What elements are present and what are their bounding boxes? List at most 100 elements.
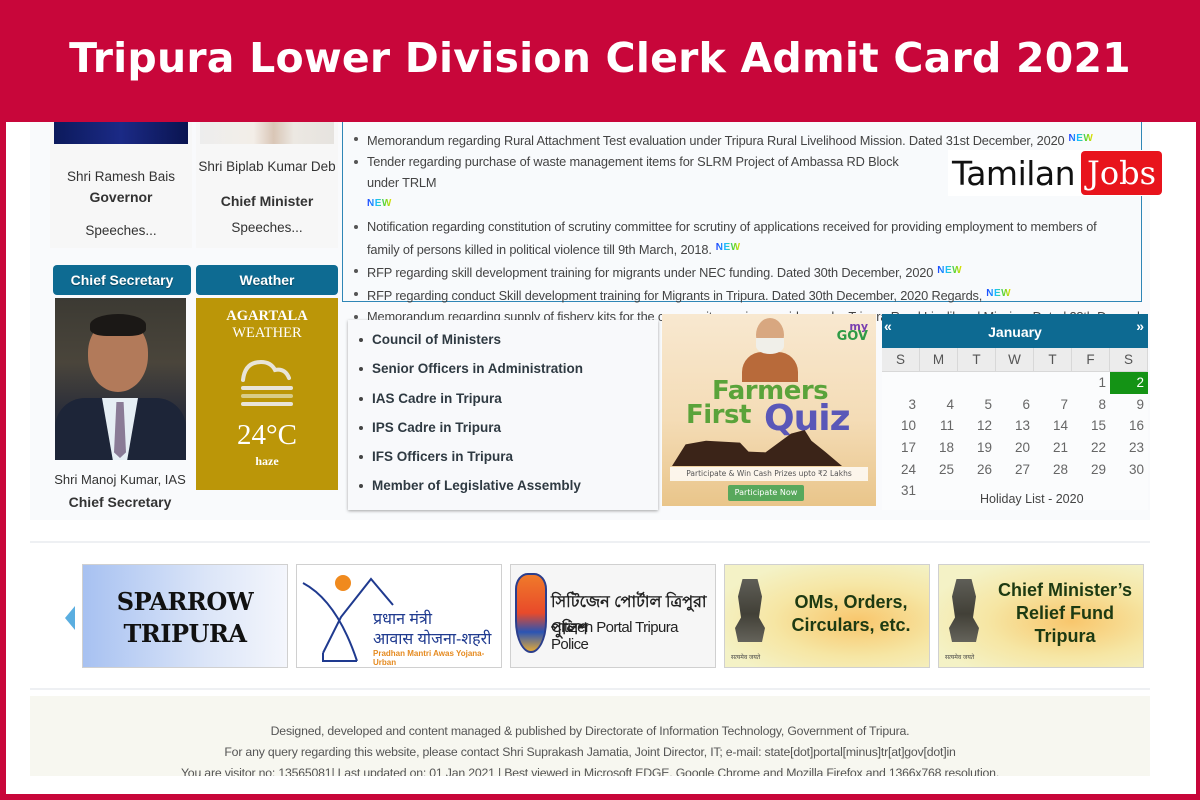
quick-link-senior-officers[interactable]: Senior Officers in Administration bbox=[348, 354, 658, 383]
calendar-day[interactable]: 18 bbox=[920, 437, 958, 459]
new-badge: NEW bbox=[986, 283, 1011, 304]
calendar-day[interactable]: 1 bbox=[1072, 372, 1110, 394]
sparrow-tripura-tile[interactable]: SPARROW TRIPURA bbox=[82, 564, 288, 668]
calendar-weekday-row: SMTWTFS bbox=[882, 348, 1148, 372]
calendar-blank bbox=[958, 372, 996, 394]
calendar-day-today[interactable]: 2 bbox=[1110, 372, 1148, 394]
site-footer: Designed, developed and content managed … bbox=[30, 696, 1150, 776]
screenshot-frame: Shri Ramesh Bais Governor Speeches... Sh… bbox=[6, 122, 1196, 794]
calendar-day[interactable]: 3 bbox=[882, 394, 920, 416]
calendar-day[interactable]: 21 bbox=[1034, 437, 1072, 459]
chief-secretary-name: Shri Manoj Kumar, IAS bbox=[54, 472, 186, 487]
emblem-motto: सत्यमेव जयते bbox=[945, 655, 975, 661]
weather-widget: AGARTALA WEATHER 24°C haze bbox=[196, 298, 338, 490]
calendar-day[interactable]: 24 bbox=[882, 459, 920, 481]
chief-secretary-header: Chief Secretary bbox=[53, 265, 191, 295]
news-item[interactable]: RFP regarding conduct Skill development … bbox=[343, 283, 1141, 306]
quick-links-list: Council of Ministers Senior Officers in … bbox=[348, 320, 658, 501]
calendar-day[interactable]: 29 bbox=[1072, 459, 1110, 481]
calendar-day[interactable]: 28 bbox=[1034, 459, 1072, 481]
quick-link-ips-cadre[interactable]: IPS Cadre in Tripura bbox=[348, 413, 658, 442]
news-item[interactable]: RFP regarding skill development training… bbox=[343, 260, 1141, 283]
cm-relief-fund-tile[interactable]: सत्यमेव जयते Chief Minister’s Relief Fun… bbox=[938, 564, 1144, 668]
watermark-text-jobs: Jobs bbox=[1081, 151, 1163, 195]
quick-link-ifs-officers[interactable]: IFS Officers in Tripura bbox=[348, 442, 658, 471]
chief-minister-photo bbox=[200, 122, 334, 144]
police-badge-icon bbox=[515, 573, 547, 653]
tamilanjobs-watermark: Tamilan Jobs bbox=[948, 150, 1168, 196]
whats-new-box: Memorandum regarding Rural Attachment Te… bbox=[342, 122, 1142, 324]
calendar-blank bbox=[920, 372, 958, 394]
governor-speeches-link[interactable]: Speeches... bbox=[50, 223, 192, 238]
ad-tagline: Participate & Win Cash Prizes upto ₹2 La… bbox=[670, 467, 868, 481]
article-title: Tripura Lower Division Clerk Admit Card … bbox=[69, 34, 1131, 82]
calendar-blank bbox=[996, 372, 1034, 394]
participate-now-button[interactable]: Participate Now bbox=[728, 485, 804, 501]
calendar-day[interactable]: 13 bbox=[996, 415, 1034, 437]
chief-minister-speeches-link[interactable]: Speeches... bbox=[196, 220, 338, 235]
pmay-sun-icon bbox=[335, 575, 351, 591]
calendar-day[interactable]: 14 bbox=[1034, 415, 1072, 437]
farmers-first-quiz-banner[interactable]: my GOV Farmers First Quiz Participate & … bbox=[662, 314, 876, 506]
chief-secretary-role: Chief Secretary bbox=[68, 494, 172, 510]
new-badge: NEW bbox=[716, 237, 741, 258]
calendar-day[interactable]: 5 bbox=[958, 394, 996, 416]
calendar-day[interactable]: 12 bbox=[958, 415, 996, 437]
governor-name: Shri Ramesh Bais bbox=[66, 169, 176, 184]
quick-link-ias-cadre[interactable]: IAS Cadre in Tripura bbox=[348, 384, 658, 413]
tripura-portal-page: Shri Ramesh Bais Governor Speeches... Sh… bbox=[30, 122, 1168, 794]
footer-visitor-info: You are visitor no: 13565081| Last updat… bbox=[180, 766, 1000, 776]
calendar-day[interactable]: 27 bbox=[996, 459, 1034, 481]
quick-links-box: Council of Ministers Senior Officers in … bbox=[348, 320, 658, 510]
quick-link-council-of-ministers[interactable]: Council of Ministers bbox=[348, 325, 658, 354]
ad-title-line2: First bbox=[686, 400, 751, 430]
calendar-day[interactable]: 9 bbox=[1110, 394, 1148, 416]
calendar-day[interactable]: 31 bbox=[882, 480, 920, 502]
calendar-day[interactable]: 23 bbox=[1110, 437, 1148, 459]
calendar-day[interactable]: 7 bbox=[1034, 394, 1072, 416]
relief-line1: Chief Minister’s bbox=[997, 580, 1133, 600]
news-item-text[interactable]: RFP regarding conduct Skill development … bbox=[367, 288, 982, 303]
calendar-day[interactable]: 17 bbox=[882, 437, 920, 459]
relief-line3: Tripura bbox=[1034, 626, 1096, 646]
calendar-day[interactable]: 10 bbox=[882, 415, 920, 437]
calendar-day[interactable]: 26 bbox=[958, 459, 996, 481]
calendar-weekday: W bbox=[996, 348, 1034, 372]
triangle-left-icon[interactable] bbox=[65, 606, 75, 630]
oms-line2: Circulars, etc. bbox=[791, 615, 911, 635]
section-divider bbox=[30, 688, 1150, 690]
calendar-day[interactable]: 30 bbox=[1110, 459, 1148, 481]
calendar-day[interactable]: 8 bbox=[1072, 394, 1110, 416]
calendar-day[interactable]: 15 bbox=[1072, 415, 1110, 437]
news-item-text[interactable]: Tender regarding purchase of waste manag… bbox=[367, 154, 899, 190]
chief-secretary-photo bbox=[55, 298, 186, 460]
weather-label: WEATHER bbox=[232, 325, 302, 341]
weather-condition: haze bbox=[255, 454, 279, 468]
citizen-portal-police-tile[interactable]: সিটিজেন পোর্টাল ত্রিপুরা পুলিশ Citizen P… bbox=[510, 564, 716, 668]
news-item-text[interactable]: RFP regarding skill development training… bbox=[367, 265, 933, 280]
calendar-prev-button[interactable]: « bbox=[884, 308, 892, 344]
news-item[interactable]: Notification regarding constitution of s… bbox=[343, 216, 1141, 260]
calendar-day[interactable]: 19 bbox=[958, 437, 996, 459]
calendar-header: « January » bbox=[882, 314, 1148, 348]
calendar-day[interactable]: 6 bbox=[996, 394, 1034, 416]
calendar-day[interactable]: 4 bbox=[920, 394, 958, 416]
calendar-day[interactable]: 22 bbox=[1072, 437, 1110, 459]
calendar-day[interactable]: 16 bbox=[1110, 415, 1148, 437]
new-badge: NEW bbox=[1069, 128, 1094, 149]
pmay-urban-tile[interactable]: प्रधान मंत्री आवास योजना-शहरी Pradhan Ma… bbox=[296, 564, 502, 668]
news-item-text[interactable]: Memorandum regarding Rural Attachment Te… bbox=[367, 133, 1065, 148]
section-divider bbox=[30, 541, 1150, 543]
calendar-next-button[interactable]: » bbox=[1136, 308, 1144, 344]
calendar-day[interactable]: 20 bbox=[996, 437, 1034, 459]
calendar-day[interactable]: 11 bbox=[920, 415, 958, 437]
chief-minister-role: Chief Minister bbox=[220, 193, 314, 209]
pmay-english: Pradhan Mantri Awas Yojana-Urban bbox=[373, 649, 485, 667]
pmay-hindi-line1: प्रधान मंत्री bbox=[373, 611, 432, 628]
news-item[interactable]: Memorandum regarding Rural Attachment Te… bbox=[343, 128, 1141, 151]
calendar-day[interactable]: 25 bbox=[920, 459, 958, 481]
calendar-weekday: T bbox=[1034, 348, 1072, 372]
quick-link-mla[interactable]: Member of Legislative Assembly bbox=[348, 471, 658, 500]
holiday-list-link[interactable]: Holiday List - 2020 bbox=[980, 492, 1084, 506]
oms-orders-circulars-tile[interactable]: सत्यमेव जयते OMs, Orders, Circulars, etc… bbox=[724, 564, 930, 668]
